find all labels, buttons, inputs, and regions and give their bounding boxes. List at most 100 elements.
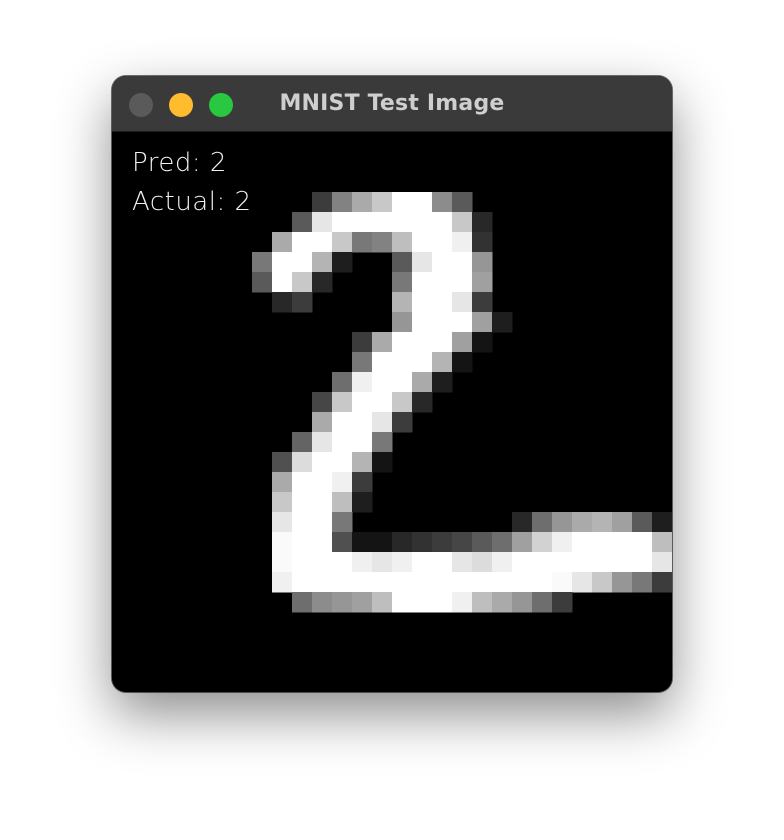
digit-pixel: [352, 532, 373, 553]
digit-pixel: [452, 272, 473, 293]
digit-pixel: [352, 572, 373, 593]
digit-pixel: [312, 592, 333, 613]
digit-pixel: [312, 252, 333, 273]
digit-pixel: [632, 552, 653, 573]
digit-pixel: [392, 532, 413, 553]
digit-pixel: [312, 512, 333, 533]
digit-pixel: [372, 432, 393, 453]
digit-pixel: [352, 592, 373, 613]
digit-pixel: [452, 312, 473, 333]
digit-pixel: [352, 472, 373, 493]
window-title: MNIST Test Image: [279, 91, 505, 116]
digit-pixel: [512, 512, 533, 533]
digit-pixel: [392, 572, 413, 593]
digit-pixel: [332, 572, 353, 593]
digit-pixel: [392, 232, 413, 253]
digit-pixel: [432, 212, 453, 233]
digit-pixel: [312, 232, 333, 253]
digit-pixel: [372, 592, 393, 613]
digit-pixel: [532, 552, 553, 573]
digit-pixel: [552, 572, 573, 593]
digit-pixel: [352, 212, 373, 233]
digit-pixel: [252, 252, 273, 273]
digit-pixel: [612, 552, 633, 573]
digit-pixel: [512, 572, 533, 593]
digit-pixel: [452, 352, 473, 373]
digit-pixel: [652, 572, 672, 593]
mnist-image-canvas: Pred: 2 Actual: 2: [112, 132, 672, 692]
minimize-traffic-light-icon[interactable]: [169, 93, 193, 117]
digit-pixel: [432, 252, 453, 273]
digit-pixel: [332, 412, 353, 433]
digit-pixel: [412, 552, 433, 573]
digit-pixel: [412, 312, 433, 333]
digit-pixel: [272, 452, 293, 473]
digit-pixel: [352, 552, 373, 573]
maximize-traffic-light-icon[interactable]: [209, 93, 233, 117]
digit-pixel: [632, 512, 653, 533]
digit-pixel: [312, 392, 333, 413]
digit-pixel: [312, 452, 333, 473]
digit-pixel: [332, 452, 353, 473]
digit-pixel: [412, 532, 433, 553]
digit-pixel: [552, 552, 573, 573]
digit-pixel: [432, 332, 453, 353]
digit-pixel: [452, 332, 473, 353]
digit-pixel: [272, 292, 293, 313]
digit-pixel: [452, 252, 473, 273]
digit-pixel: [332, 212, 353, 233]
digit-pixel: [412, 592, 433, 613]
digit-pixel: [612, 532, 633, 553]
digit-pixel: [352, 232, 373, 253]
digit-pixel: [412, 272, 433, 293]
digit-pixels: [252, 192, 672, 613]
digit-pixel: [272, 512, 293, 533]
digit-pixel: [272, 532, 293, 553]
digit-pixel: [492, 532, 513, 553]
digit-pixel: [412, 332, 433, 353]
digit-pixel: [292, 212, 313, 233]
digit-pixel: [312, 552, 333, 573]
digit-pixel: [372, 392, 393, 413]
digit-pixel: [372, 192, 393, 213]
digit-pixel: [452, 592, 473, 613]
digit-pixel: [332, 512, 353, 533]
digit-pixel: [432, 232, 453, 253]
digit-pixel: [372, 532, 393, 553]
digit-pixel: [612, 572, 633, 593]
digit-pixel: [532, 572, 553, 593]
digit-pixel: [512, 532, 533, 553]
title-bar[interactable]: MNIST Test Image: [112, 76, 672, 132]
digit-pixel: [432, 352, 453, 373]
digit-pixel: [272, 572, 293, 593]
close-traffic-light-icon[interactable]: [129, 93, 153, 117]
digit-pixel: [292, 232, 313, 253]
digit-pixel: [392, 392, 413, 413]
digit-pixel: [372, 352, 393, 373]
digit-pixel: [332, 252, 353, 273]
digit-pixel: [412, 252, 433, 273]
digit-pixel: [432, 592, 453, 613]
digit-pixel: [412, 372, 433, 393]
digit-pixel: [452, 532, 473, 553]
digit-pixel: [412, 572, 433, 593]
digit-pixel: [652, 532, 672, 553]
digit-pixel: [552, 532, 573, 553]
digit-pixel: [472, 272, 493, 293]
digit-pixel: [532, 512, 553, 533]
digit-pixel: [352, 192, 373, 213]
digit-pixel: [472, 572, 493, 593]
digit-pixel: [332, 592, 353, 613]
digit-pixel: [652, 512, 672, 533]
digit-pixel: [352, 432, 373, 453]
digit-pixel: [392, 252, 413, 273]
digit-pixel: [572, 532, 593, 553]
digit-pixel: [452, 552, 473, 573]
digit-pixel: [272, 552, 293, 573]
actual-label: Actual: 2: [132, 187, 252, 217]
digit-pixel: [392, 552, 413, 573]
digit-pixel: [332, 372, 353, 393]
digit-pixel: [412, 232, 433, 253]
digit-pixel: [452, 232, 473, 253]
digit-pixel: [632, 572, 653, 593]
